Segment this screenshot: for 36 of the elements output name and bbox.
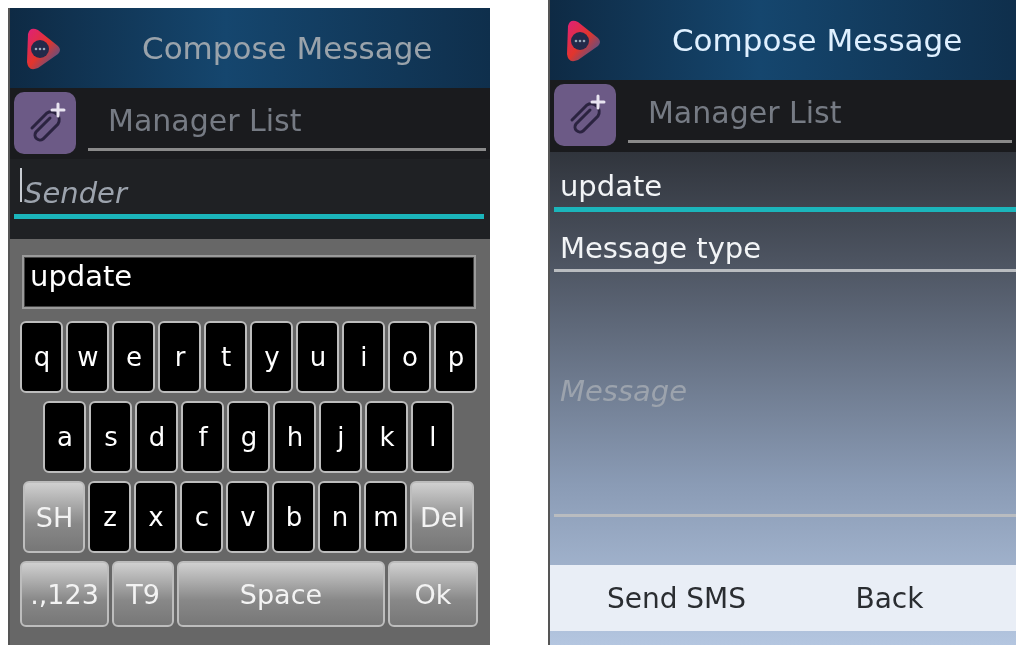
keyboard-key[interactable]: w xyxy=(66,321,110,393)
attach-icon[interactable] xyxy=(553,84,616,146)
input-field[interactable]: Message type xyxy=(553,212,1016,272)
softkey-button[interactable]: Back xyxy=(783,575,996,621)
keyboard-key[interactable]: n xyxy=(318,481,362,553)
keyboard-key[interactable]: s xyxy=(89,401,133,473)
keyboard-key[interactable]: b xyxy=(272,481,316,553)
keyboard-key[interactable]: o xyxy=(388,321,432,393)
input-field[interactable]: update xyxy=(553,152,1016,212)
keyboard-key[interactable]: q xyxy=(20,321,64,393)
keyboard-key[interactable]: j xyxy=(319,401,363,473)
keyboard-key[interactable]: l xyxy=(411,401,455,473)
keyboard-input-field[interactable]: update xyxy=(22,255,476,309)
screen-title: Compose Message xyxy=(142,30,433,66)
keyboard-key[interactable]: y xyxy=(250,321,294,393)
keyboard-key[interactable]: z xyxy=(88,481,132,553)
keyboard-key[interactable]: p xyxy=(434,321,478,393)
keyboard-key[interactable]: k xyxy=(365,401,409,473)
keyboard-key[interactable]: f xyxy=(181,401,225,473)
keyboard-key[interactable]: x xyxy=(134,481,178,553)
keyboard-key[interactable]: h xyxy=(273,401,317,473)
keyboard-key[interactable]: t xyxy=(204,321,248,393)
keyboard-key[interactable]: d xyxy=(135,401,179,473)
keyboard-key[interactable]: c xyxy=(180,481,224,553)
keyboard-key[interactable]: e xyxy=(112,321,156,393)
input-field[interactable]: Sender xyxy=(14,159,484,219)
keyboard-key[interactable]: i xyxy=(342,321,386,393)
keyboard-key[interactable]: u xyxy=(296,321,340,393)
keyboard-key[interactable]: a xyxy=(43,401,87,473)
keyboard-key[interactable]: r xyxy=(158,321,202,393)
screen-title: Compose Message xyxy=(671,22,963,58)
softkey-button[interactable]: Send SMS xyxy=(569,575,783,621)
keyboard-key[interactable]: g xyxy=(227,401,271,473)
attach-icon[interactable] xyxy=(14,92,76,154)
keyboard-key[interactable]: m xyxy=(364,481,408,553)
keyboard-key[interactable]: v xyxy=(226,481,270,553)
